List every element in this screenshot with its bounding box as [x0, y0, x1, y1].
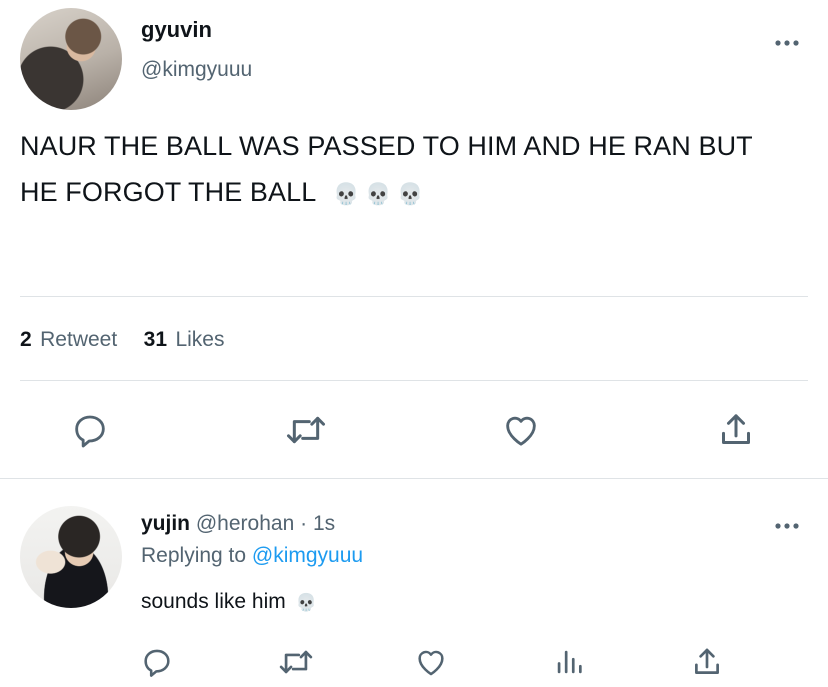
reply-more-options-icon[interactable] [773, 518, 803, 534]
retweet-stat[interactable]: 2 Retweet [20, 328, 122, 351]
reply-like-button[interactable] [414, 645, 448, 679]
replying-to: Replying to @kimgyuuu [141, 544, 363, 568]
retweet-icon [287, 416, 325, 444]
tweet-text-line-2: HE FORGOT THE BALL 💀 💀 💀 [20, 169, 820, 218]
divider [20, 296, 808, 297]
replying-to-link[interactable]: @kimgyuuu [252, 544, 363, 567]
reply-retweet-button[interactable] [277, 645, 315, 679]
replying-to-label: Replying to [141, 544, 247, 567]
display-name[interactable]: gyuvin [141, 17, 212, 43]
skull-emoji: 💀 💀 💀 [332, 183, 424, 206]
more-horizontal-icon [775, 523, 799, 529]
user-handle[interactable]: @kimgyuuu [141, 58, 252, 82]
reply-handle[interactable]: @herohan [196, 512, 294, 535]
reply-header: yujin @herohan · 1s [141, 512, 335, 536]
reply-share-button[interactable] [690, 645, 724, 679]
analytics-icon [557, 650, 582, 674]
reply-timestamp[interactable]: 1s [313, 512, 335, 535]
divider [20, 380, 808, 381]
separator-dot: · [300, 512, 308, 535]
tweet-text: NAUR THE BALL WAS PASSED TO HIM AND HE R… [20, 123, 820, 218]
share-icon [695, 648, 719, 674]
tweet-stats: 2 Retweet 31 Likes [20, 328, 224, 352]
skull-emoji: 💀 [295, 593, 317, 612]
likes-stat[interactable]: 31 Likes [144, 328, 225, 351]
section-divider [0, 478, 828, 479]
retweet-label: Retweet [40, 328, 118, 351]
tweet-text-line-2-text: HE FORGOT THE BALL [20, 177, 316, 207]
reply-avatar[interactable] [20, 506, 122, 608]
avatar[interactable] [20, 8, 122, 110]
reply-analytics-button[interactable] [552, 645, 586, 679]
more-options-icon[interactable] [773, 34, 803, 50]
retweet-button[interactable] [284, 410, 328, 450]
retweet-count: 2 [20, 328, 32, 351]
heart-icon [418, 650, 444, 676]
more-horizontal-icon [775, 40, 799, 46]
heart-icon [506, 416, 536, 446]
reply-icon [75, 415, 105, 448]
reply-display-name[interactable]: yujin [141, 512, 190, 535]
tweet-text-line-1: NAUR THE BALL WAS PASSED TO HIM AND HE R… [20, 131, 753, 161]
likes-label: Likes [175, 328, 225, 351]
like-count: 31 [143, 328, 167, 351]
share-icon [722, 414, 750, 444]
reply-text: sounds like him 💀 [141, 590, 317, 614]
like-button[interactable] [501, 410, 541, 450]
reply-icon [144, 649, 170, 677]
reply-button[interactable] [70, 410, 110, 450]
reply-reply-button[interactable] [140, 645, 174, 679]
share-button[interactable] [716, 410, 756, 450]
reply-text-content: sounds like him [141, 590, 286, 613]
retweet-icon [279, 650, 313, 674]
